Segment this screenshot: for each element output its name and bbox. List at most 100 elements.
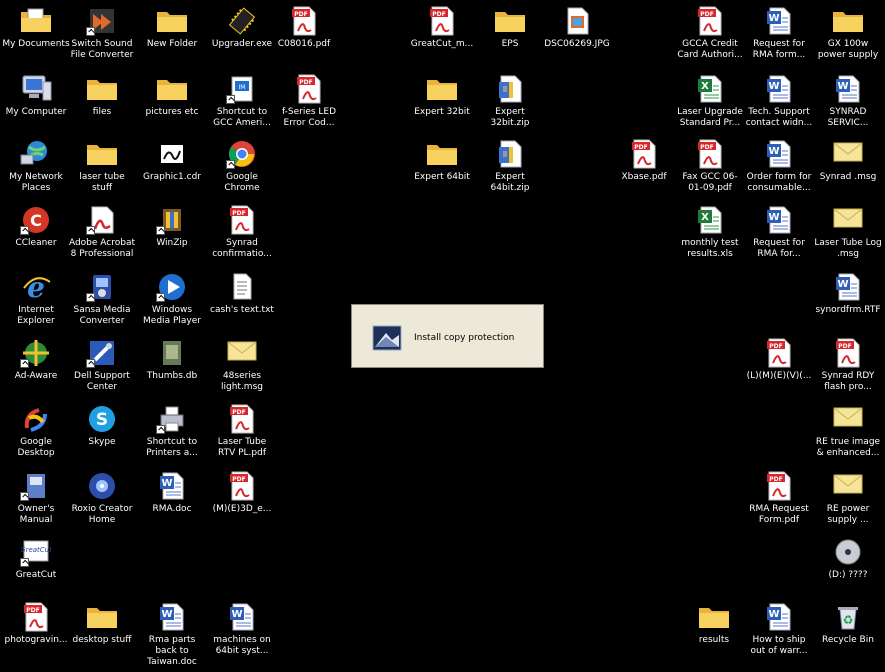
svg-text:PDF: PDF	[432, 11, 445, 18]
desktop-icon-label: Sansa Media Converter	[73, 305, 131, 326]
desktop-icon[interactable]: X Laser Upgrade Standard Pr...	[676, 72, 744, 129]
desktop-icon[interactable]: Upgrader.exe	[208, 4, 276, 50]
desktop-icon[interactable]: Synrad .msg	[814, 137, 882, 183]
desktop-icon[interactable]: EPS	[476, 4, 544, 50]
desktop-icon[interactable]: S Skype	[68, 402, 136, 448]
desktop-icon[interactable]: PDF Laser Tube RTV PL.pdf	[208, 402, 276, 459]
desktop-icon[interactable]: PDF Fax GCC 06-01-09.pdf	[676, 137, 744, 194]
desktop-icon[interactable]: Dell Support Center	[68, 336, 136, 393]
desktop-icon[interactable]: W SYNRAD SERVIC...	[814, 72, 882, 129]
desktop-icon-label: EPS	[501, 39, 519, 49]
desktop-icon-label: desktop stuff	[72, 635, 132, 645]
desktop-icon[interactable]: My Network Places	[2, 137, 70, 194]
desktop-icon[interactable]: pictures etc	[138, 72, 206, 118]
install-copy-protection-window[interactable]: Install copy protection	[351, 304, 544, 368]
desktop-icon[interactable]: Expert 32bit	[408, 72, 476, 118]
desktop-icon[interactable]: Wsynordfrm.RTF	[814, 270, 882, 316]
desktop-icon[interactable]: laser tube stuff	[68, 137, 136, 194]
desktop-icon[interactable]: RE power supply ...	[814, 469, 882, 526]
desktop-icon[interactable]: My Computer	[2, 72, 70, 118]
shortcut-arrow-icon	[20, 226, 29, 235]
word-icon: W	[154, 602, 190, 632]
desktop-icon-label: Ad-Aware	[14, 371, 58, 381]
desktop-icon[interactable]: W Rma parts back to Taiwan.doc	[138, 600, 206, 668]
desktop-icon-label: (D:) ????	[828, 570, 868, 580]
desktop-icon-label: GreatCut	[15, 570, 57, 580]
desktop-icon[interactable]: (D:) ????	[814, 535, 882, 581]
desktop-icon[interactable]: Google Chrome	[208, 137, 276, 194]
desktop-icon[interactable]: PDF C08016.pdf	[270, 4, 338, 50]
desktop-icon[interactable]: Windows Media Player	[138, 270, 206, 327]
desktop-icon[interactable]: Roxio Creator Home	[68, 469, 136, 526]
mail-icon	[830, 471, 866, 501]
desktop-icon[interactable]: W Request for RMA form...	[745, 4, 813, 61]
sansa-icon	[84, 272, 120, 302]
desktop-icon[interactable]: PDF f-Series LED Error Cod...	[275, 72, 343, 129]
desktop-icon[interactable]: Graphic1.cdr	[138, 137, 206, 183]
desktop-icon[interactable]: PDF photogravin...	[2, 600, 70, 646]
pdf-icon: PDF	[224, 205, 260, 235]
svg-text:PDF: PDF	[700, 144, 713, 151]
svg-text:W: W	[768, 13, 779, 24]
desktop-icon-label: laser tube stuff	[79, 172, 125, 193]
desktop-icon[interactable]: GreatCut GreatCut	[2, 535, 70, 581]
desktop-icon[interactable]: Wmachines on 64bit syst...	[208, 600, 276, 657]
desktop-icon[interactable]: ♻ Recycle Bin	[814, 600, 882, 646]
desktop-icon-label: My Documents	[2, 39, 70, 49]
desktop-icon[interactable]: Expert 32bit.zip	[476, 72, 544, 129]
desktop-icon[interactable]: Switch Sound File Converter	[68, 4, 136, 61]
desktop-icon[interactable]: PDF GCCA Credit Card Authori...	[676, 4, 744, 61]
svg-text:IM: IM	[239, 84, 246, 91]
desktop-icon[interactable]: W Request for RMA for...	[745, 203, 813, 260]
desktop-icon[interactable]: PDF RMA Request Form.pdf	[745, 469, 813, 526]
desktop-icon[interactable]: DSC06269.JPG	[543, 4, 611, 50]
desktop-icon[interactable]: Expert 64bit.zip	[476, 137, 544, 194]
desktop-icon[interactable]: 48series light.msg	[208, 336, 276, 393]
desktop-icon-label: Laser Tube RTV PL.pdf	[217, 437, 267, 458]
desktop-icon[interactable]: RE true image & enhanced...	[814, 402, 882, 459]
desktop-icon[interactable]: Laser Tube Log .msg	[814, 203, 882, 260]
desktop-icon[interactable]: C CCleaner	[2, 203, 70, 249]
desktop-icon[interactable]: PDF Synrad confirmatio...	[208, 203, 276, 260]
desktop-icon[interactable]: IM Shortcut to GCC Ameri...	[208, 72, 276, 129]
desktop-icon[interactable]: PDF Xbase.pdf	[610, 137, 678, 183]
recycle-bin-icon: ♻	[830, 602, 866, 632]
desktop-icon[interactable]: cash's text.txt	[208, 270, 276, 316]
desktop-icon[interactable]: Sansa Media Converter	[68, 270, 136, 327]
desktop-icon[interactable]: W Order form for consumable...	[745, 137, 813, 194]
desktop-icon[interactable]: results	[680, 600, 748, 646]
desktop-icon[interactable]: Xmonthly test results.xls	[676, 203, 744, 260]
shortcut-arrow-icon	[156, 425, 165, 434]
folder-icon	[830, 6, 866, 36]
desktop-icon[interactable]: New Folder	[138, 4, 206, 50]
desktop-icon-label: RMA.doc	[152, 504, 192, 514]
desktop-icon[interactable]: PDF (L)(M)(E)(V)(...	[745, 336, 813, 382]
desktop-icon[interactable]: W Tech. Support contact widn...	[745, 72, 813, 129]
svg-text:W: W	[161, 478, 172, 489]
desktop-icon[interactable]: PDF Synrad RDY flash pro...	[814, 336, 882, 393]
desktop-icon[interactable]: Adobe Acrobat 8 Professional	[68, 203, 136, 260]
desktop-icon[interactable]: WinZip	[138, 203, 206, 249]
desktop-icon[interactable]: My Documents	[2, 4, 70, 50]
svg-text:W: W	[768, 146, 779, 157]
desktop-icon[interactable]: W How to ship out of warr...	[745, 600, 813, 657]
shortcut-arrow-icon	[86, 226, 95, 235]
desktop-icon[interactable]: GX 100w power supply	[814, 4, 882, 61]
desktop-icon[interactable]: files	[68, 72, 136, 118]
desktop-icon[interactable]: Owner's Manual	[2, 469, 70, 526]
ccleaner-icon: C	[18, 205, 54, 235]
desktop-icon[interactable]: Expert 64bit	[408, 137, 476, 183]
desktop-icon[interactable]: Google Desktop	[2, 402, 70, 459]
word-icon: W	[761, 6, 797, 36]
desktop-icon[interactable]: desktop stuff	[68, 600, 136, 646]
greatcut-icon: GreatCut	[18, 537, 54, 567]
desktop-icon[interactable]: e Internet Explorer	[2, 270, 70, 327]
desktop-icon[interactable]: PDF GreatCut_m...	[408, 4, 476, 50]
word-icon: W	[761, 205, 797, 235]
desktop-icon[interactable]: Ad-Aware	[2, 336, 70, 382]
chip-icon	[224, 6, 260, 36]
desktop-icon[interactable]: Thumbs.db	[138, 336, 206, 382]
desktop-icon[interactable]: W RMA.doc	[138, 469, 206, 515]
desktop-icon[interactable]: Shortcut to Printers a...	[138, 402, 206, 459]
desktop-icon[interactable]: PDF (M)(E)3D_e...	[208, 469, 276, 515]
